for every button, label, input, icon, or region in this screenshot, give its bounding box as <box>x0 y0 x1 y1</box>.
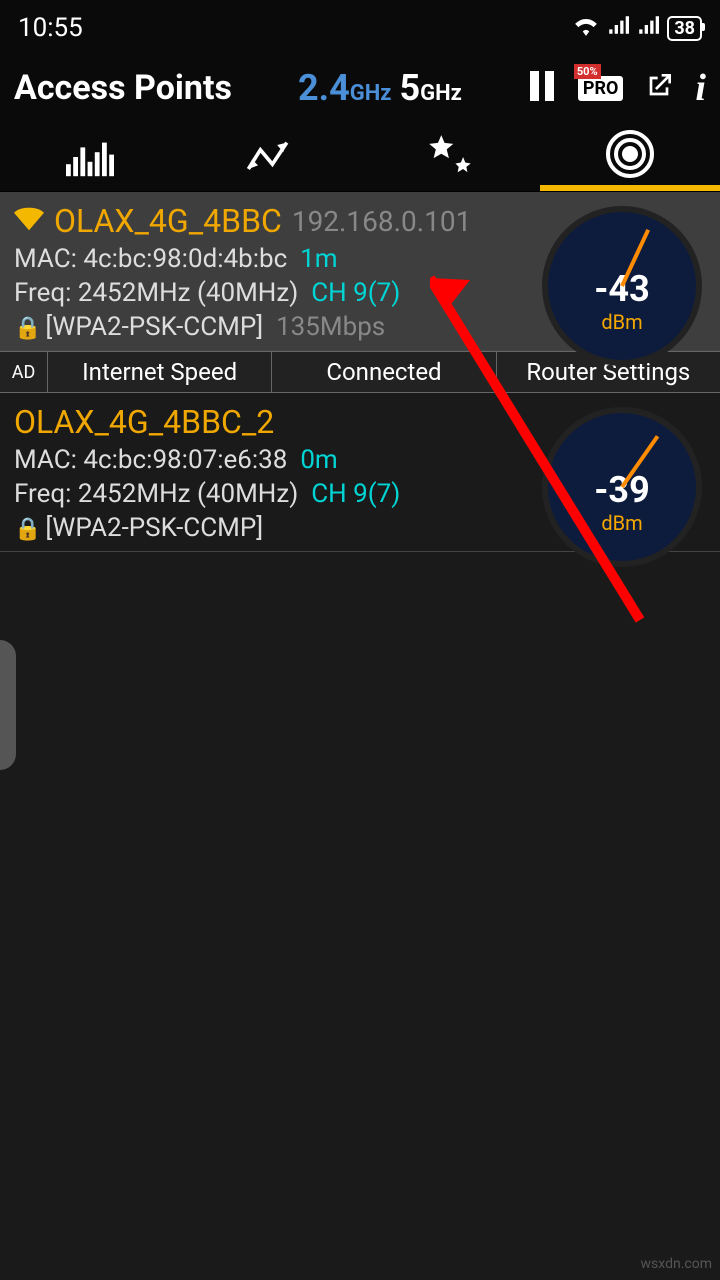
tab-bar <box>0 122 720 192</box>
ap-item-connected[interactable]: OLAX_4G_4BBC 192.168.0.101 MAC: 4c:bc:98… <box>0 192 720 351</box>
distance: 0m <box>300 445 337 475</box>
signal-value: -39 <box>594 469 650 511</box>
band-24ghz[interactable]: 2.4GHz <box>298 67 391 109</box>
status-right: 38 <box>573 13 702 43</box>
ad-link-connected[interactable]: Connected <box>272 352 496 392</box>
security: [WPA2-PSK-CCMP] <box>45 312 263 342</box>
lock-icon: 🔒 <box>14 517 41 542</box>
ssid: OLAX_4G_4BBC <box>54 202 282 240</box>
status-time: 10:55 <box>18 13 83 43</box>
frequency: Freq: 2452MHz (40MHz) <box>14 479 298 509</box>
signal-unit: dBm <box>601 310 642 334</box>
ap-item[interactable]: OLAX_4G_4BBC_2 MAC: 4c:bc:98:07:e6:38 0m… <box>0 393 720 552</box>
pro-badge[interactable]: PRO <box>578 76 624 101</box>
signal-value: -43 <box>594 268 650 310</box>
lock-icon: 🔒 <box>14 316 41 341</box>
security: [WPA2-PSK-CCMP] <box>45 513 263 543</box>
ad-tag: AD <box>0 352 48 392</box>
wifi-icon <box>573 13 599 43</box>
app-header: Access Points 2.4GHz 5GHz PRO i <box>0 56 720 122</box>
page-title: Access Points <box>14 68 232 108</box>
watermark: wsxdn.com <box>641 1256 712 1272</box>
mac-address: MAC: 4c:bc:98:07:e6:38 <box>14 445 287 475</box>
signal-icon-1 <box>607 13 629 43</box>
side-handle[interactable] <box>0 640 16 770</box>
info-icon[interactable]: i <box>695 66 706 110</box>
signal-unit: dBm <box>601 511 642 535</box>
share-icon[interactable] <box>643 70 675 106</box>
signal-gauge: -43 dBm <box>542 206 702 366</box>
channel: CH 9(7) <box>311 278 400 308</box>
status-bar: 10:55 38 <box>0 0 720 56</box>
tab-rating[interactable] <box>360 122 540 191</box>
battery-icon: 38 <box>667 16 702 41</box>
signal-icon-2 <box>637 13 659 43</box>
link-rate: 135Mbps <box>276 312 385 342</box>
distance: 1m <box>300 244 337 274</box>
ip-address: 192.168.0.101 <box>292 205 472 238</box>
tab-access-points[interactable] <box>540 122 720 191</box>
frequency: Freq: 2452MHz (40MHz) <box>14 278 298 308</box>
band-selector[interactable]: 2.4GHz 5GHz <box>298 67 462 109</box>
band-5ghz[interactable]: 5GHz <box>399 67 461 109</box>
wifi-icon <box>14 207 44 235</box>
ad-link-speed[interactable]: Internet Speed <box>48 352 272 392</box>
mac-address: MAC: 4c:bc:98:0d:4b:bc <box>14 244 287 274</box>
signal-gauge: -39 dBm <box>542 407 702 567</box>
tab-signal-bars[interactable] <box>0 122 180 191</box>
tab-time-graph[interactable] <box>180 122 360 191</box>
channel: CH 9(7) <box>311 479 400 509</box>
pause-icon[interactable] <box>528 69 558 107</box>
ssid: OLAX_4G_4BBC_2 <box>14 403 274 441</box>
